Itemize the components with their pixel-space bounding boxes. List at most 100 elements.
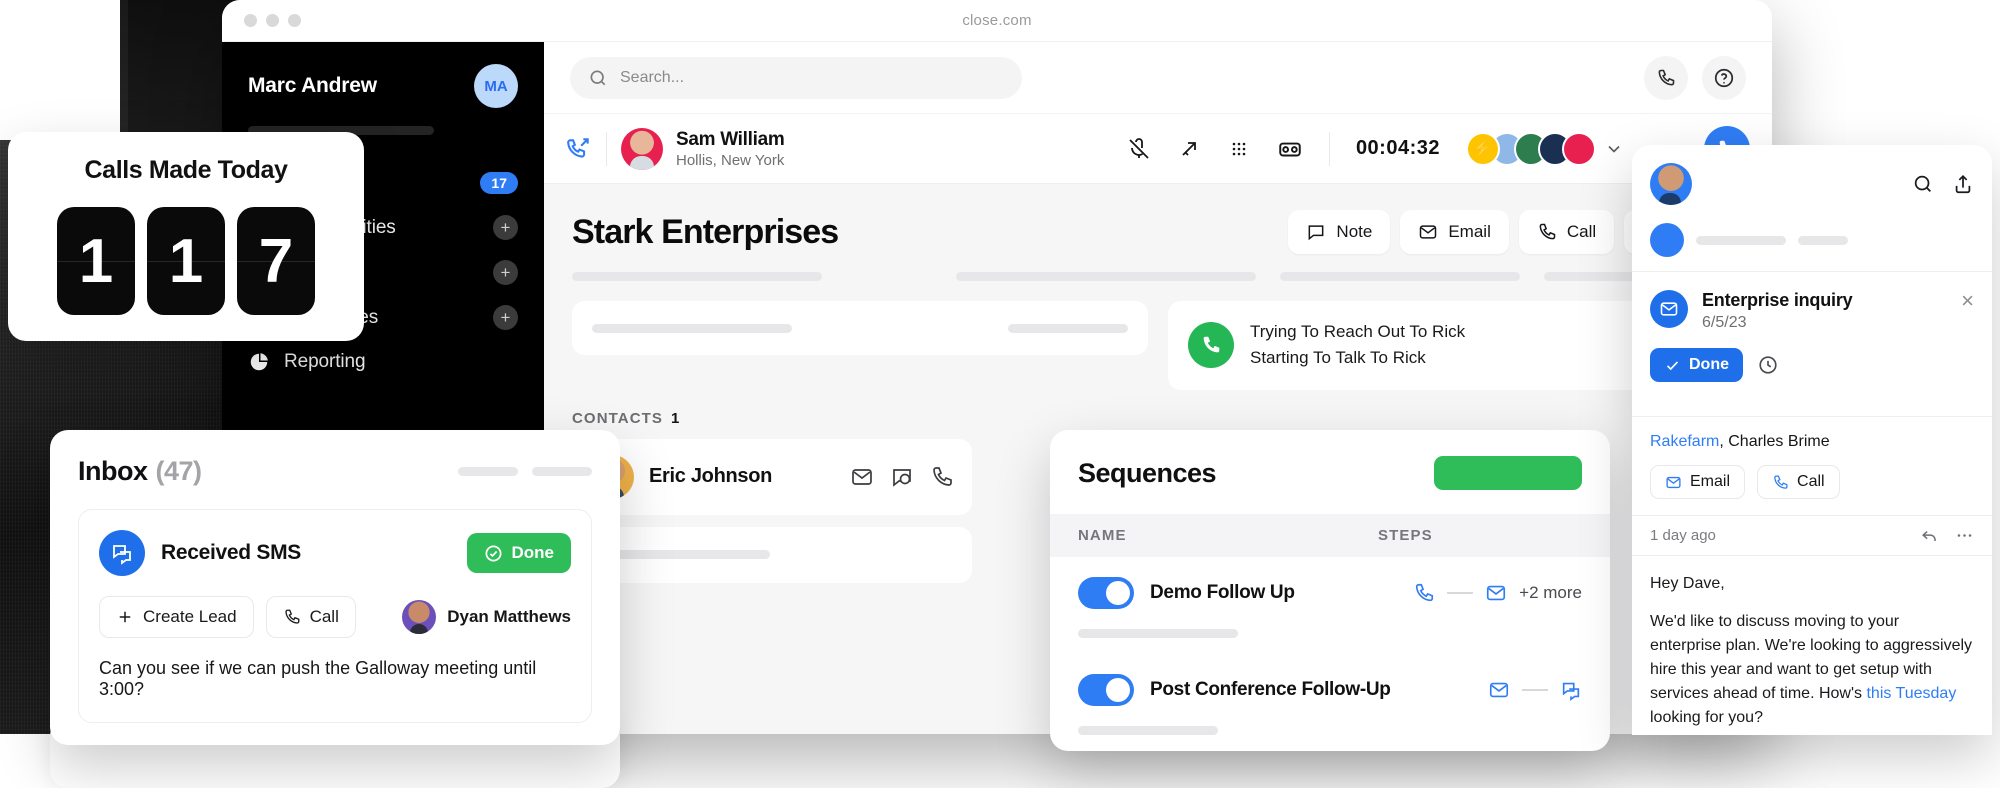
done-button[interactable]: Done bbox=[1650, 348, 1743, 382]
tab-email[interactable]: Email bbox=[1400, 210, 1509, 254]
contact-card-placeholder[interactable] bbox=[572, 526, 972, 583]
search-input[interactable]: Search... bbox=[570, 56, 1022, 99]
call-icon bbox=[1203, 337, 1220, 353]
check-circle-icon bbox=[485, 545, 501, 561]
sequence-name: Demo Follow Up bbox=[1150, 582, 1295, 603]
call-timer: 00:04:32 bbox=[1355, 137, 1440, 159]
chat-bubble-icon bbox=[113, 545, 131, 565]
email-subject: Enterprise inquiry bbox=[1702, 290, 1853, 310]
phone-button[interactable] bbox=[1644, 55, 1688, 100]
call-button[interactable]: Call bbox=[265, 596, 356, 638]
transfer-icon[interactable] bbox=[1177, 137, 1201, 161]
new-sequence-button[interactable] bbox=[1434, 456, 1582, 490]
email-task-actions: Done bbox=[1650, 348, 1974, 382]
email-icon bbox=[1650, 290, 1688, 328]
call-button-label: Call bbox=[1797, 473, 1825, 490]
meeting-link[interactable]: this Tuesday bbox=[1866, 685, 1956, 702]
inbox-card: Inbox (47) Received SMS Done Create Lead… bbox=[50, 430, 620, 745]
tab-note[interactable]: Note bbox=[1288, 210, 1391, 254]
help-button[interactable] bbox=[1702, 55, 1746, 100]
sequence-toggle[interactable] bbox=[1078, 577, 1134, 609]
placeholder-line bbox=[458, 467, 518, 476]
done-label: Done bbox=[511, 543, 555, 562]
participant-avatar[interactable] bbox=[1562, 131, 1596, 166]
add-opportunity-button[interactable]: + bbox=[493, 215, 518, 240]
divider bbox=[606, 131, 607, 166]
more-icon[interactable] bbox=[1955, 526, 1974, 545]
sequences-title: Sequences bbox=[1078, 457, 1217, 488]
reply-icon[interactable] bbox=[1920, 526, 1939, 545]
sidebar-user[interactable]: Marc Andrew MA bbox=[222, 58, 544, 108]
avatar[interactable]: MA bbox=[474, 64, 518, 108]
calls-counter: 1 1 7 bbox=[8, 207, 364, 315]
call-icon bbox=[1539, 223, 1556, 240]
plus-icon bbox=[119, 611, 131, 623]
inbox-item-header: Received SMS Done bbox=[99, 530, 571, 576]
sequence-toggle[interactable] bbox=[1078, 674, 1134, 706]
lightning-icon[interactable]: ⚡ bbox=[1466, 131, 1500, 166]
email-paragraph: We'd like to discuss moving to your ente… bbox=[1650, 610, 1974, 730]
call-contact-location: Hollis, New York bbox=[676, 151, 785, 169]
topbar-actions bbox=[1644, 55, 1746, 100]
calls-made-today-card: Calls Made Today 1 1 7 bbox=[8, 132, 364, 341]
table-row[interactable]: Post Conference Follow-Up bbox=[1050, 654, 1610, 726]
clock-icon[interactable] bbox=[1757, 354, 1779, 376]
mute-icon[interactable] bbox=[1127, 137, 1151, 161]
call-icon[interactable] bbox=[930, 465, 954, 489]
email-icon bbox=[1420, 225, 1437, 239]
placeholder-line bbox=[1798, 235, 1848, 245]
call-label: Call bbox=[309, 607, 339, 626]
tab-call[interactable]: Call bbox=[1518, 210, 1615, 254]
close-icon[interactable]: × bbox=[1961, 290, 1974, 312]
calls-card-title: Calls Made Today bbox=[84, 156, 288, 184]
email-task-row: Enterprise inquiry 6/5/23 × bbox=[1650, 290, 1974, 332]
keypad-icon[interactable] bbox=[1227, 137, 1251, 161]
call-contact[interactable]: Sam William Hollis, New York bbox=[621, 127, 785, 170]
add-lead-button[interactable]: + bbox=[493, 260, 518, 285]
assignee[interactable]: Dyan Matthews bbox=[402, 600, 571, 634]
inbox-title: Inbox bbox=[78, 456, 148, 486]
chevron-down-icon[interactable] bbox=[1604, 139, 1624, 159]
sms-icon[interactable] bbox=[890, 465, 914, 489]
activity-line: Trying To Reach Out To Rick bbox=[1250, 322, 1466, 341]
voicemail-icon[interactable] bbox=[1277, 136, 1303, 162]
add-sequence-button[interactable]: + bbox=[493, 305, 518, 330]
placeholder-line bbox=[1078, 629, 1238, 638]
placeholder-line bbox=[572, 272, 822, 281]
address-bar[interactable]: close.com bbox=[222, 12, 1772, 29]
search-icon[interactable] bbox=[1912, 173, 1934, 195]
sequences-card: Sequences NAME STEPS Demo Follow Up +2 m… bbox=[1050, 430, 1610, 751]
call-button[interactable]: Call bbox=[1757, 465, 1840, 499]
email-detail-panel: Enterprise inquiry 6/5/23 × Done Rakefar… bbox=[1632, 145, 1992, 735]
avatar bbox=[621, 127, 663, 170]
check-icon bbox=[1666, 360, 1679, 370]
done-button[interactable]: Done bbox=[466, 533, 571, 573]
email-recipients: Rakefarm, Charles Brime bbox=[1632, 417, 1992, 451]
inbox-count: (47) bbox=[155, 456, 203, 486]
email-panel-actions bbox=[1912, 173, 1974, 195]
search-placeholder: Search... bbox=[620, 68, 685, 86]
detail-card[interactable] bbox=[572, 301, 1148, 355]
share-icon[interactable] bbox=[1952, 173, 1974, 195]
call-participants[interactable]: ⚡ bbox=[1466, 131, 1624, 166]
create-lead-button[interactable]: Create Lead bbox=[99, 596, 254, 638]
email-icon bbox=[1666, 476, 1681, 488]
contact-actions bbox=[850, 465, 954, 489]
email-greeting: Hey Dave, bbox=[1650, 575, 1725, 592]
column-header-name: NAME bbox=[1078, 527, 1127, 544]
email-icon[interactable] bbox=[850, 465, 874, 489]
email-button[interactable]: Email bbox=[1650, 465, 1746, 499]
contact-card[interactable]: Eric Johnson bbox=[572, 438, 972, 515]
recipient-link[interactable]: Rakefarm bbox=[1650, 433, 1719, 450]
inbox-item-message: Can you see if we can push the Galloway … bbox=[99, 658, 537, 699]
sms-icon bbox=[1562, 682, 1580, 701]
sequences-table-header: NAME STEPS bbox=[1050, 514, 1610, 557]
sidebar-item-reporting[interactable]: Reporting bbox=[222, 340, 544, 384]
call-icon bbox=[1774, 474, 1788, 489]
avatar[interactable] bbox=[1650, 163, 1692, 205]
call-transfer-icon[interactable] bbox=[566, 136, 592, 162]
sequence-steps: +2 more bbox=[1413, 582, 1582, 604]
placeholder-lines bbox=[572, 272, 1744, 281]
inbox-item[interactable]: Received SMS Done Create Lead Call Dyan bbox=[78, 509, 592, 723]
table-row[interactable]: Demo Follow Up +2 more bbox=[1050, 557, 1610, 629]
